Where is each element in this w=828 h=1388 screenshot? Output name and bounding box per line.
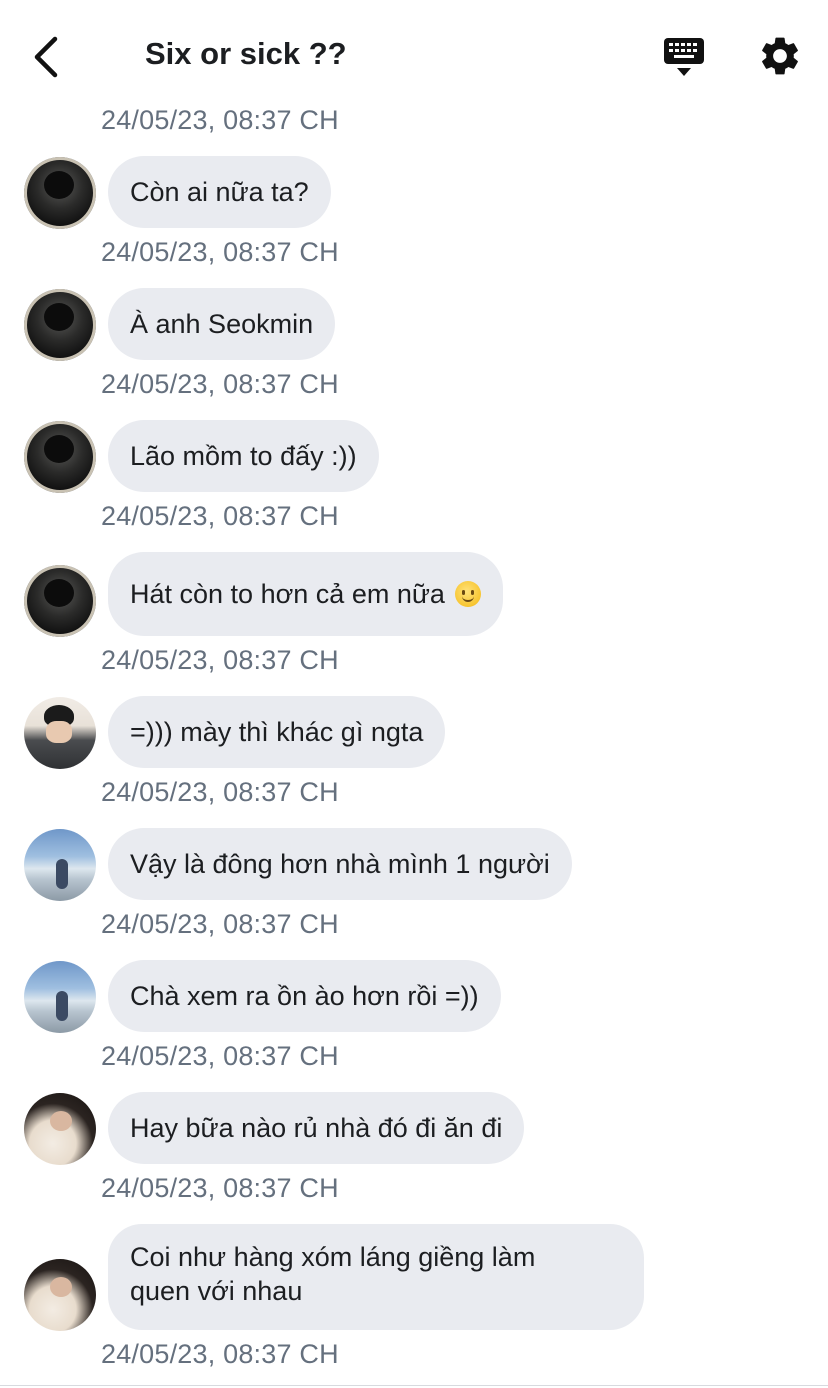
message-timestamp: 24/05/23, 08:37 CH [101,105,339,135]
sender-avatar[interactable] [24,1259,96,1331]
message-text: À anh Seokmin [130,309,314,339]
message-text: Còn ai nữa ta? [130,177,309,207]
chat-header: Six or sick ?? [0,0,828,100]
sender-avatar[interactable] [24,565,96,637]
message-timestamp: 24/05/23, 08:37 CH [101,237,339,267]
message-bubble[interactable]: Hay bữa nào rủ nhà đó đi ăn đi [108,1092,525,1164]
message-text: Hát còn to hơn cả em nữa [130,579,445,609]
chat-screen: Six or sick ?? 24/05/23, 08:37 CH Còn ai… [0,0,828,1388]
sender-avatar[interactable] [24,829,96,901]
message-text: Coi như hàng xóm láng giềng làm quen với… [130,1242,536,1306]
sender-avatar[interactable] [24,961,96,1033]
message-bubble[interactable]: À anh Seokmin [108,288,336,360]
message-timestamp: 24/05/23, 08:37 CH [101,1339,339,1369]
message-text: =))) mày thì khác gì ngta [130,717,424,747]
message-text: Vậy là đông hơn nhà mình 1 người [130,849,550,879]
message-bubble[interactable]: Lão mồm to đấy :)) [108,420,379,492]
sender-avatar[interactable] [24,157,96,229]
keyboard-button[interactable] [660,34,708,80]
message-bubble[interactable]: Chà xem ra ồn ào hơn rồi =)) [108,960,501,1032]
message-text: Hay bữa nào rủ nhà đó đi ăn đi [130,1113,503,1143]
slightly-smiling-face-icon [454,581,481,607]
message-bubble[interactable]: Vậy là đông hơn nhà mình 1 người [108,828,572,900]
message-timestamp: 24/05/23, 08:37 CH [101,1041,339,1071]
message-timestamp: 24/05/23, 08:37 CH [101,501,339,531]
settings-button[interactable] [757,33,803,79]
sender-avatar[interactable] [24,289,96,361]
message-text: Chà xem ra ồn ào hơn rồi =)) [130,981,479,1011]
message-bubble[interactable]: =))) mày thì khác gì ngta [108,696,446,768]
back-button[interactable] [22,30,70,84]
message-bubble[interactable]: Còn ai nữa ta? [108,156,331,228]
message-timestamp: 24/05/23, 08:37 CH [101,1173,339,1203]
sender-avatar[interactable] [24,1093,96,1165]
message-timestamp: 24/05/23, 08:37 CH [101,777,339,807]
message-timestamp: 24/05/23, 08:37 CH [101,645,339,675]
bottom-divider [0,1385,828,1386]
chat-title: Six or sick ?? [145,36,347,71]
chevron-left-icon [34,36,58,78]
keyboard-icon [664,38,704,76]
message-timestamp: 24/05/23, 08:37 CH [101,909,339,939]
sender-avatar[interactable] [24,697,96,769]
message-timestamp: 24/05/23, 08:37 CH [101,369,339,399]
message-text: Lão mồm to đấy :)) [130,441,357,471]
message-bubble[interactable]: Coi như hàng xóm láng giềng làm quen với… [108,1224,644,1330]
message-bubble[interactable]: Hát còn to hơn cả em nữa [108,552,503,636]
gear-icon [762,37,798,75]
sender-avatar[interactable] [24,421,96,493]
